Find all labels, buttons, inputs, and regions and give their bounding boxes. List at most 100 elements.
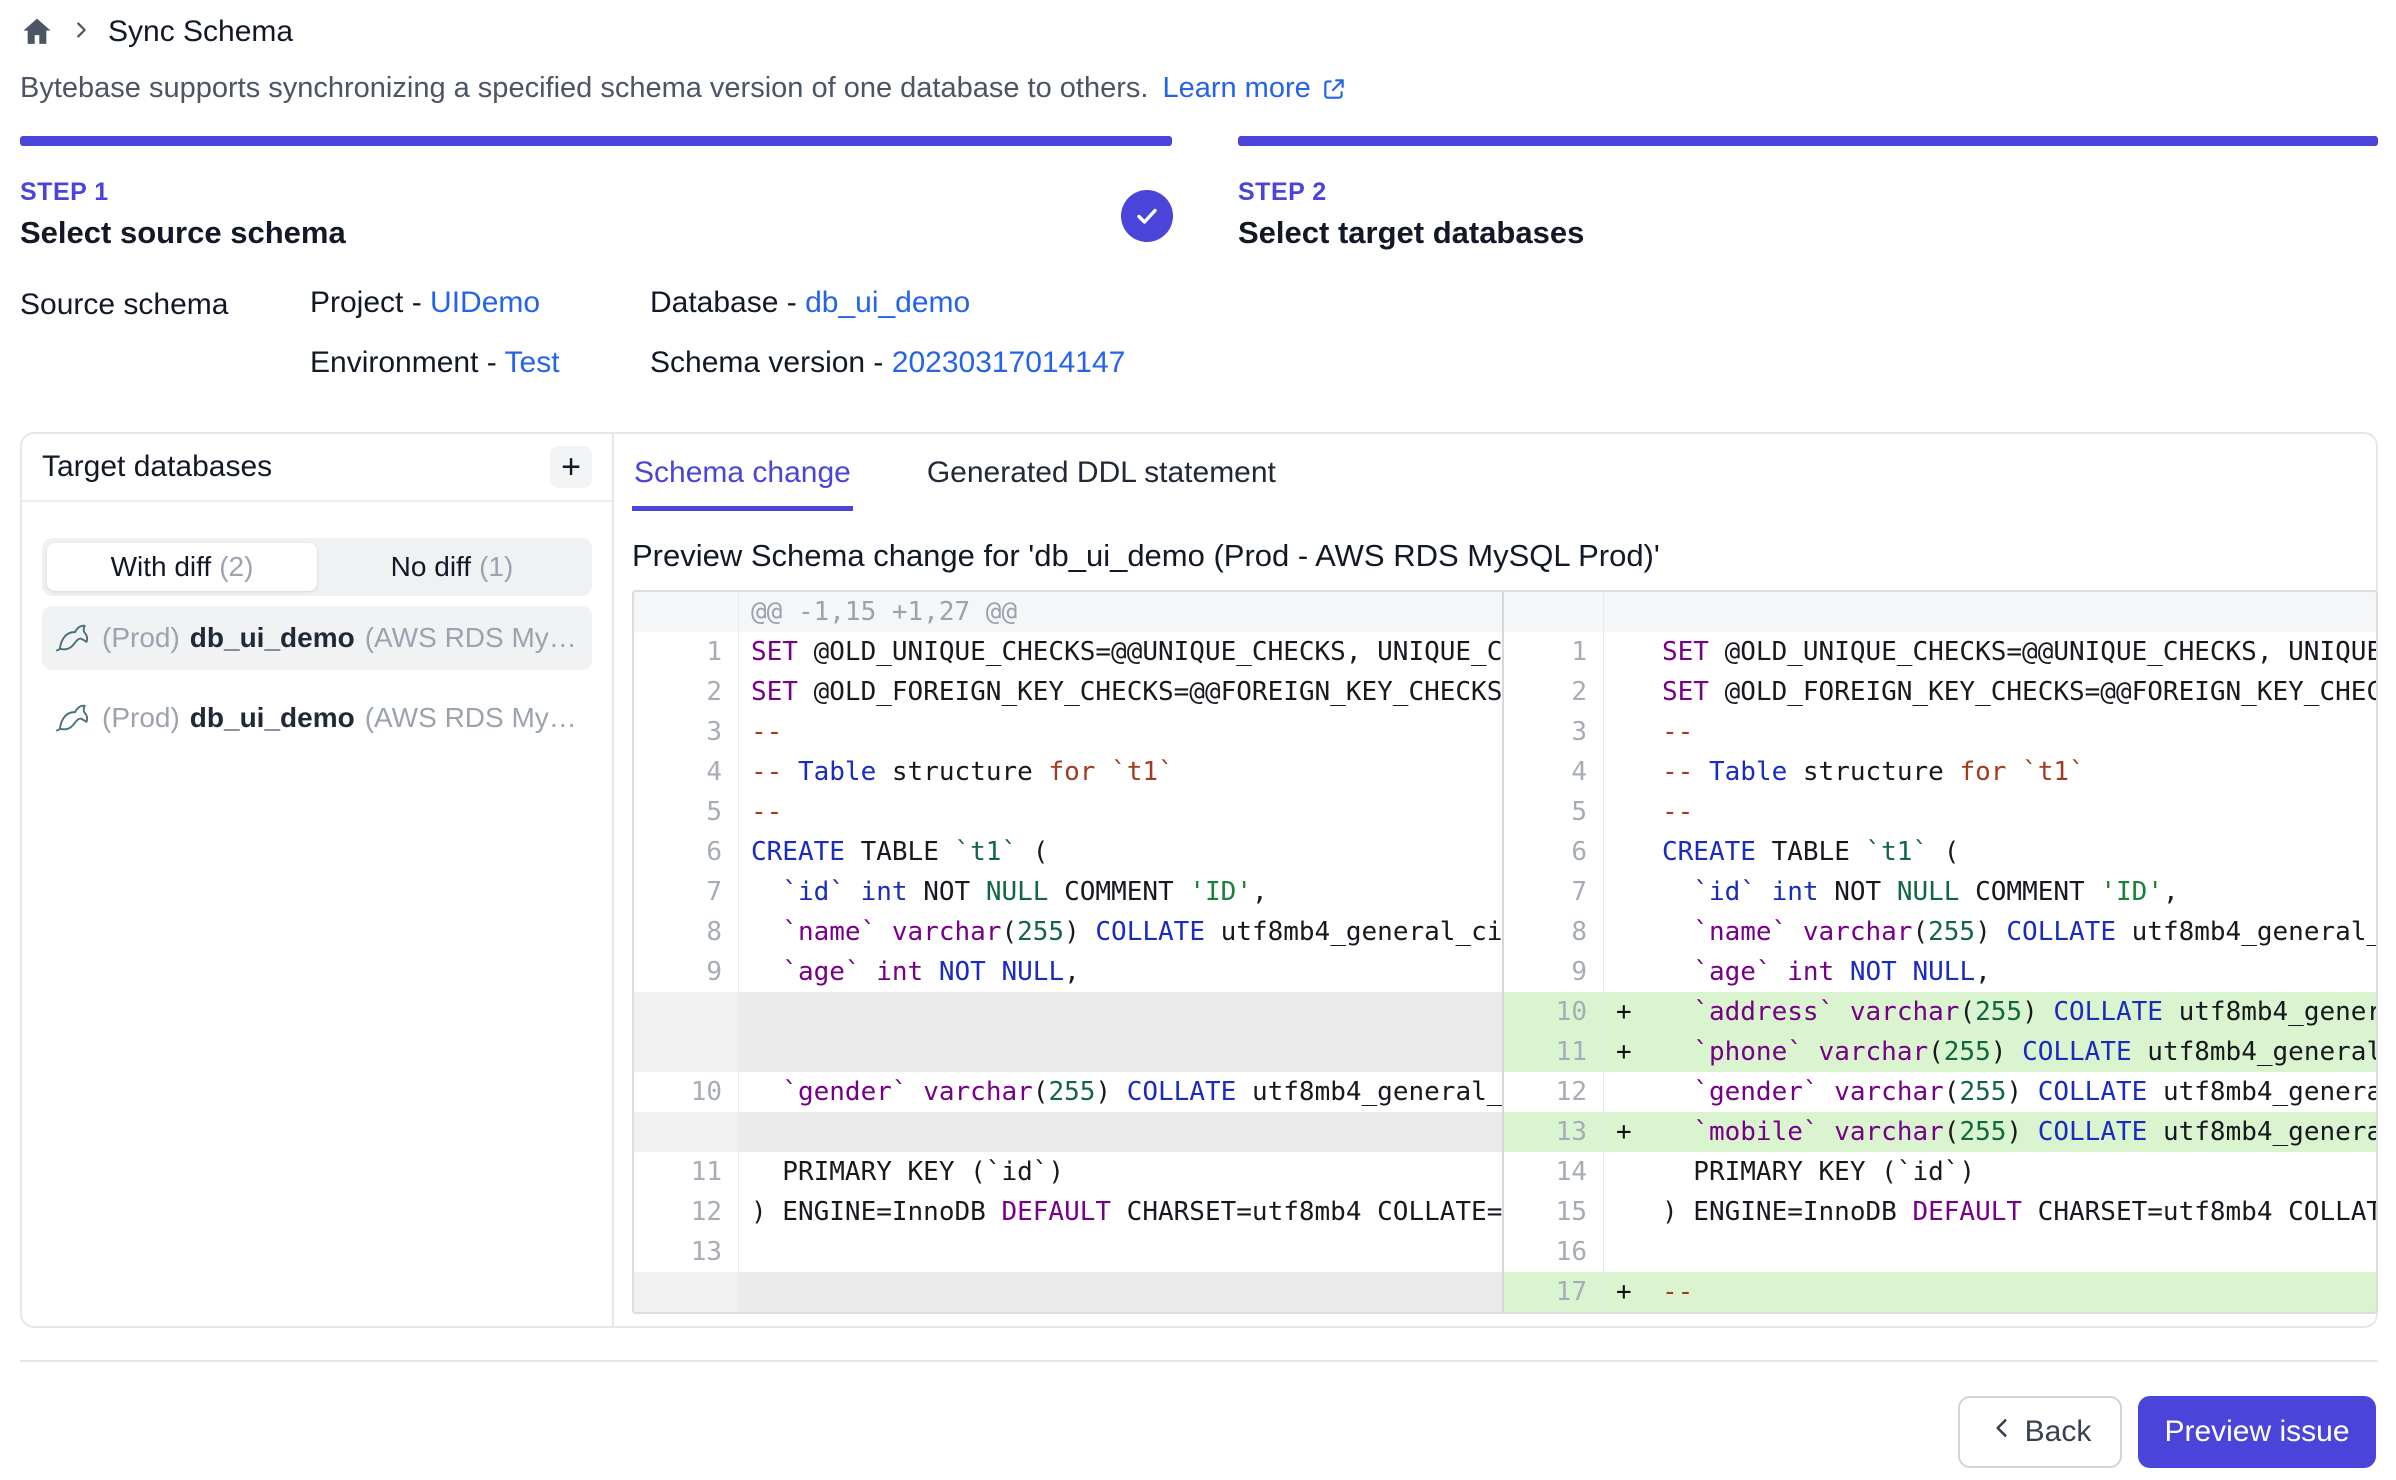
diff-row [634,1032,1502,1072]
environment-link[interactable]: Test [505,346,560,379]
database-list-item[interactable]: (Prod) db_ui_demo (AWS RDS MySQL Prod) [42,606,592,670]
code-line: `name` varchar(255) COLLATE utf8mb4_gene… [739,912,1502,952]
step-1: STEP 1 Select source schema [20,136,1172,251]
with-diff-tab[interactable]: With diff (2) [47,543,317,591]
diff-add-marker [1604,792,1650,832]
code-line: -- [1650,1272,2376,1312]
diff-pane-target[interactable]: 1SET @OLD_UNIQUE_CHECKS=@@UNIQUE_CHECKS,… [1502,592,2376,1312]
diff-row: 9 `age` int NOT NULL, [634,952,1502,992]
external-link-icon [1321,76,1347,102]
back-button[interactable]: Back [1958,1396,2122,1468]
target-panel-title: Target databases [42,450,272,484]
schema-version-link[interactable]: 20230317014147 [892,346,1126,379]
target-databases-panel: Target databases + With diff (2) No diff… [22,434,614,1326]
database-link[interactable]: db_ui_demo [805,286,970,319]
line-number: 12 [1504,1072,1604,1112]
schema-preview-panel: Schema change Generated DDL statement Pr… [614,434,2376,1326]
line-number: 9 [1504,952,1604,992]
code-line [739,992,1502,1032]
diff-filter-segmented-control: With diff (2) No diff (1) [42,538,592,596]
stepper: STEP 1 Select source schema STEP 2 Selec… [20,136,2378,266]
database-env-label: (Prod) [102,622,180,654]
diff-row [1504,592,2376,632]
line-number: 4 [634,752,739,792]
code-line: `address` varchar(255) COLLATE utf8mb4_g… [1650,992,2376,1032]
add-database-button[interactable]: + [550,446,592,488]
code-line [1650,592,2376,632]
line-number: 2 [634,672,739,712]
line-number: 11 [1504,1032,1604,1072]
diff-row: 2 SET @OLD_FOREIGN_KEY_CHECKS=@@FOREIGN_K… [1504,672,2376,712]
chevron-left-icon [1989,1415,2015,1449]
code-line: `id` int NOT NULL COMMENT 'ID', [739,872,1502,912]
line-number: 13 [1504,1112,1604,1152]
with-diff-count: (2) [219,551,253,583]
sync-schema-page: Sync Schema Bytebase supports synchroniz… [0,0,2396,1480]
line-number [1504,592,1604,632]
code-line: SET @OLD_UNIQUE_CHECKS=@@UNIQUE_CHECKS, … [739,632,1502,672]
diff-row: 5-- [1504,792,2376,832]
line-number: 14 [1504,1152,1604,1192]
project-link[interactable]: UIDemo [430,286,540,319]
diff-row: 4-- Table structure for `t1` [634,752,1502,792]
step-1-progress-bar [20,136,1172,146]
schema-diff-viewer[interactable]: @@ -1,15 +1,27 @@1SET @OLD_UNIQUE_CHECKS… [632,590,2378,1314]
code-line: `mobile` varchar(255) COLLATE utf8mb4_ge… [1650,1112,2376,1152]
database-instance-label: (AWS RDS MySQL Prod) [365,702,578,734]
diff-add-marker [1604,592,1650,632]
database-instance-label: (AWS RDS MySQL Prod) [365,622,578,654]
line-number: 7 [1504,872,1604,912]
tab-schema-change[interactable]: Schema change [632,434,853,511]
diff-row: 8 `name` varchar(255) COLLATE utf8mb4_ge… [1504,912,2376,952]
line-number: 2 [1504,672,1604,712]
line-number: 1 [634,632,739,672]
database-list-item[interactable]: (Prod) db_ui_demo (AWS RDS MySQL Prod) [42,686,592,750]
no-diff-tab[interactable]: No diff (1) [317,543,587,591]
step-2: STEP 2 Select target databases [1238,136,2378,251]
code-line [1650,1232,2376,1272]
intro-text: Bytebase supports synchronizing a specif… [20,72,1347,105]
code-line: -- [1650,792,2376,832]
diff-row: @@ -1,15 +1,27 @@ [634,592,1502,632]
source-environment: Environment - Test [310,346,650,380]
diff-add-marker: + [1604,1112,1650,1152]
code-line: -- [739,712,1502,752]
diff-add-marker [1604,952,1650,992]
line-number: 9 [634,952,739,992]
diff-add-marker [1604,1152,1650,1192]
footer-actions: Back Preview issue [1958,1396,2376,1468]
diff-add-marker [1604,832,1650,872]
code-line: SET @OLD_FOREIGN_KEY_CHECKS=@@FOREIGN_KE… [1650,672,2376,712]
line-number: 10 [1504,992,1604,1032]
diff-row: 3-- [1504,712,2376,752]
code-line [739,1272,1502,1312]
line-number [634,1112,739,1152]
database-name: db_ui_demo [190,702,355,734]
code-line: -- [739,792,1502,832]
chevron-right-icon [70,19,92,46]
home-icon[interactable] [20,15,54,49]
diff-add-marker: + [1604,1032,1650,1072]
source-schema-version: Schema version - 20230317014147 [650,346,1125,380]
code-line [739,1112,1502,1152]
line-number: 5 [634,792,739,832]
diff-add-marker [1604,1072,1650,1112]
tab-generated-ddl[interactable]: Generated DDL statement [925,434,1278,511]
diff-row [634,1272,1502,1312]
learn-more-link[interactable]: Learn more [1162,72,1310,105]
preview-title: Preview Schema change for 'db_ui_demo (P… [632,538,1660,574]
step-1-eyebrow: STEP 1 [20,178,1172,207]
line-number: 3 [634,712,739,752]
diff-add-marker [1604,872,1650,912]
line-number: 3 [1504,712,1604,752]
diff-row: 3-- [634,712,1502,752]
diff-pane-source[interactable]: @@ -1,15 +1,27 @@1SET @OLD_UNIQUE_CHECKS… [634,592,1502,1312]
line-number [634,592,739,632]
diff-row: 9 `age` int NOT NULL, [1504,952,2376,992]
diff-row: 17+-- [1504,1272,2376,1312]
code-line: `gender` varchar(255) COLLATE utf8mb4_ge… [1650,1072,2376,1112]
preview-issue-button[interactable]: Preview issue [2138,1396,2376,1468]
diff-add-marker [1604,1232,1650,1272]
line-number: 4 [1504,752,1604,792]
step-1-check-icon [1121,190,1173,242]
